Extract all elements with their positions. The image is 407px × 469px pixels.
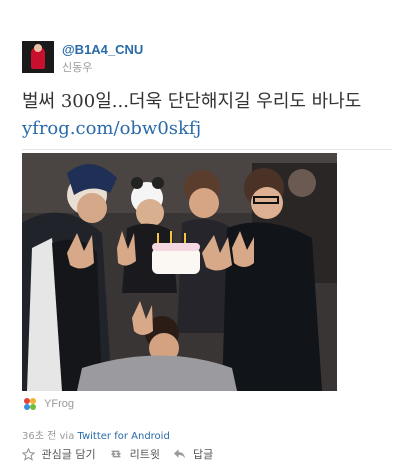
yfrog-logo-icon bbox=[24, 398, 36, 410]
media-source-label: YFrog bbox=[44, 398, 75, 410]
user-handle-link[interactable]: @B1A4_CNU bbox=[62, 42, 143, 57]
retweet-button[interactable]: 리트윗 bbox=[109, 446, 160, 462]
avatar-face bbox=[34, 44, 42, 52]
tweet-link[interactable]: yfrog.com/obw0skfj bbox=[22, 118, 201, 139]
via-prefix: via bbox=[59, 431, 75, 442]
attached-photo[interactable] bbox=[22, 153, 337, 391]
media-attribution[interactable]: YFrog bbox=[22, 396, 74, 412]
reply-label: 답글 bbox=[192, 448, 214, 461]
star-icon bbox=[21, 447, 36, 461]
retweet-icon bbox=[111, 450, 122, 458]
tweet-meta: 36초 전 via Twitter for Android bbox=[22, 427, 170, 442]
client-link[interactable]: Twitter for Android bbox=[78, 431, 170, 442]
favorite-label: 관심글 담기 bbox=[41, 448, 96, 461]
reply-icon bbox=[174, 449, 186, 459]
tweet-actions: 관심글 담기 리트윗 답글 bbox=[21, 446, 223, 462]
reply-button[interactable]: 답글 bbox=[173, 446, 213, 462]
photo-image bbox=[22, 153, 337, 391]
avatar[interactable] bbox=[22, 41, 54, 73]
display-name: 신동우 bbox=[62, 61, 93, 74]
tweet-text: 벌써 300일...더욱 단단해지길 우리도 바나도 yfrog.com/obw… bbox=[22, 88, 382, 142]
timestamp[interactable]: 36초 전 bbox=[22, 431, 56, 442]
tweet-card: @B1A4_CNU 신동우 벌써 300일...더욱 단단해지길 우리도 바나도… bbox=[0, 0, 407, 469]
favorite-button[interactable]: 관심글 담기 bbox=[21, 446, 96, 462]
tweet-body: 벌써 300일...더욱 단단해지길 우리도 바나도 bbox=[22, 91, 362, 112]
retweet-label: 리트윗 bbox=[129, 448, 160, 461]
divider bbox=[22, 149, 392, 150]
